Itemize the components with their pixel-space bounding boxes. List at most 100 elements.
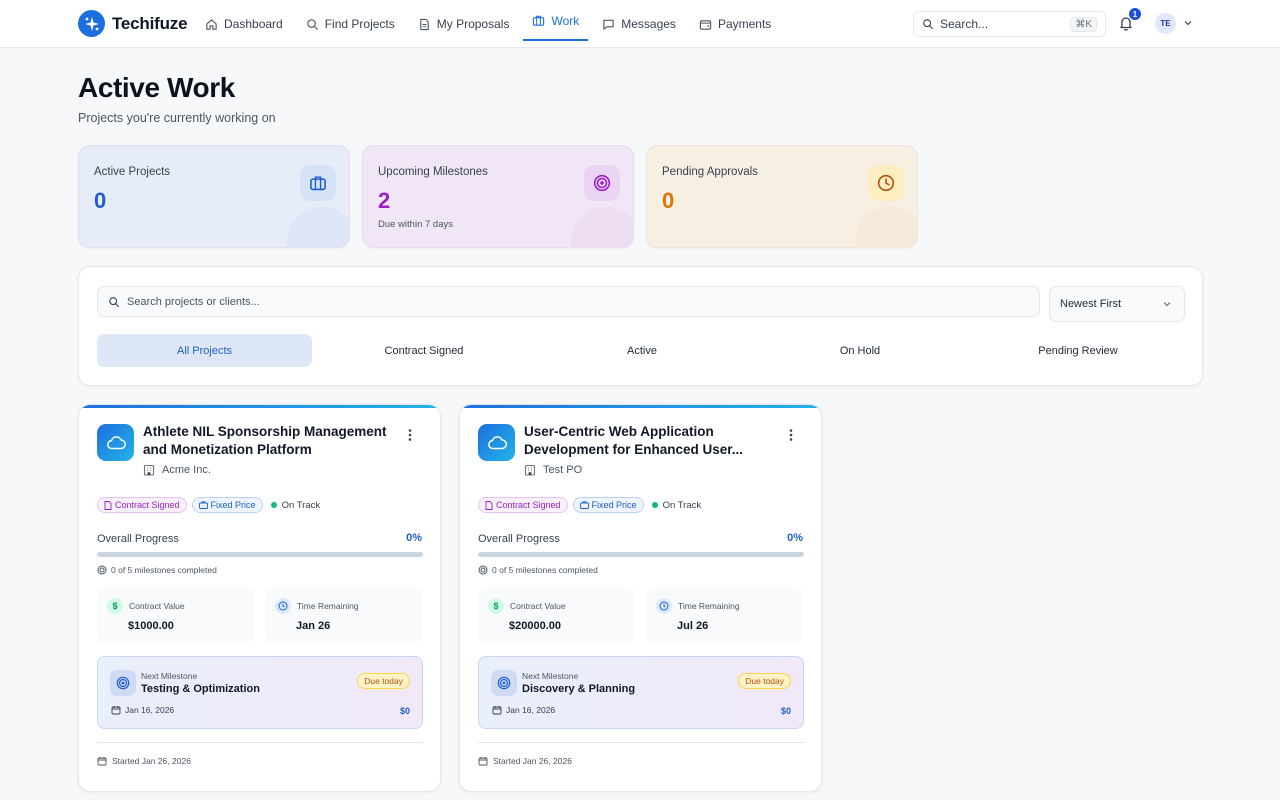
milestone-date-text: Jan 16, 2026 xyxy=(125,705,175,715)
nav-payments[interactable]: Payments xyxy=(690,0,780,48)
project-title[interactable]: Athlete NIL Sponsorship Management and M… xyxy=(143,423,398,458)
sort-select[interactable]: Newest First xyxy=(1049,286,1185,322)
next-milestone-name: Testing & Optimization xyxy=(141,683,260,695)
project-chips: Contract Signed Fixed Price On Track xyxy=(97,497,320,513)
document-icon xyxy=(485,500,493,510)
target-icon xyxy=(478,565,488,575)
page-subtitle: Projects you're currently working on xyxy=(78,111,276,125)
global-search-input[interactable]: Search... ⌘K xyxy=(913,11,1106,37)
milestones-count: 0 of 5 milestones completed xyxy=(478,565,598,575)
avatar[interactable]: TE xyxy=(1155,13,1176,34)
message-icon xyxy=(603,19,614,30)
nav-label: Messages xyxy=(621,17,676,31)
tab-pending-review[interactable]: Pending Review xyxy=(969,334,1187,367)
time-remaining-label: Time Remaining xyxy=(297,601,359,611)
next-milestone-box[interactable]: Next Milestone Testing & Optimization Du… xyxy=(97,656,423,729)
chevron-down-icon xyxy=(1163,302,1171,307)
time-remaining-box: Time Remaining Jan 26 xyxy=(265,588,422,643)
more-vertical-icon[interactable] xyxy=(403,427,417,443)
nav-label: Dashboard xyxy=(224,17,283,31)
time-remaining-box: Time Remaining Jul 26 xyxy=(646,588,803,643)
nav-messages[interactable]: Messages xyxy=(593,0,685,48)
nav-work[interactable]: Work xyxy=(523,0,589,41)
health-indicator: On Track xyxy=(651,500,701,511)
health-indicator: On Track xyxy=(270,500,320,511)
dollar-icon: $ xyxy=(488,598,504,614)
client-label: Test PO xyxy=(543,464,583,476)
clock-icon xyxy=(868,165,904,201)
search-icon xyxy=(923,19,934,30)
progress-percent: 0% xyxy=(406,532,422,544)
clock-icon xyxy=(656,598,672,614)
contract-value-label: Contract Value xyxy=(129,601,185,611)
document-icon xyxy=(104,500,112,510)
briefcase-icon xyxy=(300,165,336,201)
contract-value: $20000.00 xyxy=(509,620,561,632)
dollar-icon: $ xyxy=(107,598,123,614)
stat-value: 0 xyxy=(662,188,675,213)
stat-label: Active Projects xyxy=(94,166,171,178)
client-name: Test PO xyxy=(524,464,582,476)
time-remaining-label: Time Remaining xyxy=(678,601,740,611)
building-icon xyxy=(524,464,536,476)
status-dot xyxy=(270,502,277,508)
page-title: Active Work xyxy=(78,72,235,103)
next-milestone-label: Next Milestone xyxy=(522,671,579,681)
cloud-icon xyxy=(97,424,134,461)
tab-contract-signed[interactable]: Contract Signed xyxy=(315,334,533,367)
pricing-badge-label: Fixed Price xyxy=(210,500,256,510)
contract-value: $1000.00 xyxy=(128,620,174,632)
status-tabs: All Projects Contract Signed Active On H… xyxy=(97,334,1187,367)
milestones-text: 0 of 5 milestones completed xyxy=(111,565,217,575)
milestone-amount: $0 xyxy=(780,706,791,716)
tab-active[interactable]: Active xyxy=(533,334,751,367)
main-nav: Dashboard Find Projects My Proposals Wor… xyxy=(196,0,785,48)
more-vertical-icon[interactable] xyxy=(784,427,798,443)
divider xyxy=(478,742,804,743)
calendar-icon xyxy=(478,757,488,766)
top-navigation-bar: Techifuze Dashboard Find Projects My Pro… xyxy=(0,0,1280,48)
milestone-amount: $0 xyxy=(399,706,410,716)
started-date: Started Jan 26, 2026 xyxy=(478,756,572,766)
next-milestone-name: Discovery & Planning xyxy=(522,683,636,695)
due-badge: Due today xyxy=(738,673,791,689)
filter-panel: Search projects or clients... Newest Fir… xyxy=(78,266,1203,386)
chevron-down-icon[interactable] xyxy=(1183,18,1193,28)
search-placeholder: Search projects or clients... xyxy=(127,295,260,308)
tab-all-projects[interactable]: All Projects xyxy=(97,334,312,367)
nav-my-proposals[interactable]: My Proposals xyxy=(409,0,519,48)
wallet-icon xyxy=(699,19,712,30)
nav-find-projects[interactable]: Find Projects xyxy=(297,0,404,48)
nav-dashboard[interactable]: Dashboard xyxy=(196,0,292,48)
client-name: Acme Inc. xyxy=(143,464,211,476)
progress-bar xyxy=(97,552,423,557)
stat-label: Upcoming Milestones xyxy=(378,166,488,178)
milestones-text: 0 of 5 milestones completed xyxy=(492,565,598,575)
nav-label: My Proposals xyxy=(436,17,510,31)
decorative-blob xyxy=(855,207,917,247)
pricing-badge: Fixed Price xyxy=(572,497,644,513)
target-icon xyxy=(110,670,136,696)
decorative-blob xyxy=(287,207,349,247)
project-title[interactable]: User-Centric Web Application Development… xyxy=(524,423,779,458)
shortcut-hint: ⌘K xyxy=(1070,16,1097,32)
sort-selected-value: Newest First xyxy=(1060,298,1122,310)
progress-label: Overall Progress xyxy=(97,533,179,545)
milestone-date-text: Jan 16, 2026 xyxy=(506,705,556,715)
project-card[interactable]: User-Centric Web Application Development… xyxy=(459,404,822,792)
status-dot xyxy=(651,502,658,508)
progress-bar xyxy=(478,552,804,557)
time-remaining: Jul 26 xyxy=(677,620,709,632)
logo[interactable]: Techifuze xyxy=(78,10,188,37)
calendar-icon xyxy=(111,706,121,715)
contract-value-box: $ Contract Value $1000.00 xyxy=(97,588,254,643)
project-chips: Contract Signed Fixed Price On Track xyxy=(478,497,701,513)
project-card[interactable]: Athlete NIL Sponsorship Management and M… xyxy=(78,404,441,792)
status-badge-label: Contract Signed xyxy=(115,500,180,510)
tab-on-hold[interactable]: On Hold xyxy=(751,334,969,367)
stat-label: Pending Approvals xyxy=(662,166,758,178)
next-milestone-box[interactable]: Next Milestone Discovery & Planning Due … xyxy=(478,656,804,729)
logo-icon xyxy=(78,10,105,37)
stat-note: Due within 7 days xyxy=(378,219,453,230)
project-search-input[interactable]: Search projects or clients... xyxy=(97,286,1040,317)
